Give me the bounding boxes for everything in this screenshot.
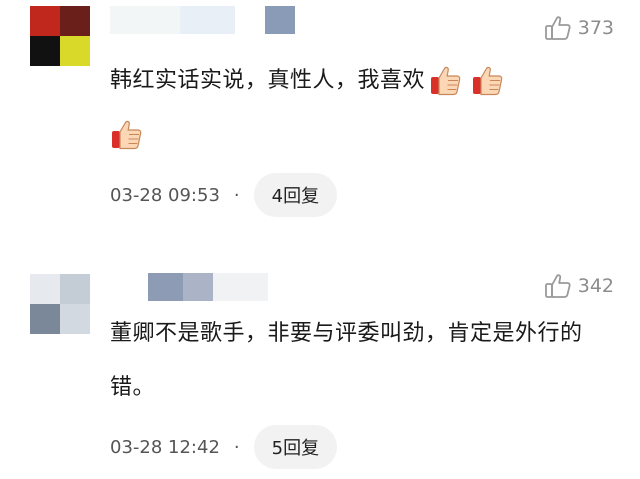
avatar-segment xyxy=(60,6,90,36)
comment-text-body: 韩红实话实说，真性人，我喜欢 xyxy=(110,68,426,93)
comment-item: 373 韩红实话实说，真性人，我喜欢 03-28 09:53 · 4回复 xyxy=(0,0,640,240)
comment-timestamp: 03-28 09:53 xyxy=(110,184,220,206)
thumbs-up-emoji-icon xyxy=(429,64,463,98)
comment-timestamp: 03-28 12:42 xyxy=(110,436,220,458)
avatar-segment xyxy=(30,274,60,304)
redaction-block xyxy=(180,6,235,34)
meta-separator: · xyxy=(233,436,240,458)
thumbs-up-emoji-icon xyxy=(471,64,505,98)
redaction-block xyxy=(148,273,183,301)
thumbs-up-outline-icon xyxy=(544,14,572,42)
avatar[interactable] xyxy=(30,6,90,66)
comment-text: 董卿不是歌手，非要与评委叫劲，肯定是外行的错。 xyxy=(110,321,583,400)
redaction-block xyxy=(235,6,265,34)
thumbs-up-outline-icon xyxy=(544,272,572,300)
avatar-segment xyxy=(30,36,60,66)
like-count: 373 xyxy=(577,17,614,39)
reply-count-button[interactable]: 5回复 xyxy=(253,425,338,469)
comment-text: 韩红实话实说，真性人，我喜欢 xyxy=(110,54,615,162)
avatar-segment xyxy=(60,304,90,334)
thumbs-up-emoji-icon xyxy=(110,118,144,152)
comment-meta: 03-28 09:53 · 4回复 xyxy=(110,173,338,217)
redaction-block xyxy=(213,273,268,301)
redaction-block xyxy=(183,273,213,301)
redaction-block xyxy=(265,6,295,34)
redaction-block xyxy=(110,6,180,34)
like-button[interactable]: 373 xyxy=(544,14,614,42)
avatar-segment xyxy=(30,304,60,334)
comment-meta: 03-28 12:42 · 5回复 xyxy=(110,425,338,469)
like-button[interactable]: 342 xyxy=(544,272,614,300)
comment-item: 342 董卿不是歌手，非要与评委叫劲，肯定是外行的错。 03-28 12:42 … xyxy=(0,240,640,479)
meta-separator: · xyxy=(233,184,240,206)
avatar-segment xyxy=(30,6,60,36)
avatar-segment xyxy=(60,274,90,304)
like-count: 342 xyxy=(577,275,614,297)
avatar[interactable] xyxy=(30,274,90,334)
avatar-segment xyxy=(60,36,90,66)
reply-count-button[interactable]: 4回复 xyxy=(253,173,338,217)
